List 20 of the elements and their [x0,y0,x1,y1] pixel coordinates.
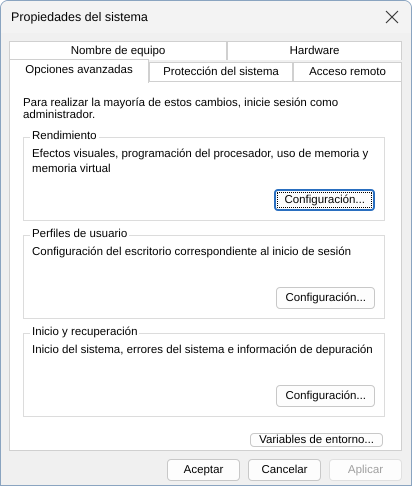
admin-notice: Para realizar la mayoría de estos cambios, inicie sesión como administrador. [23,97,340,121]
tab[interactable]: Acceso remoto [293,62,402,81]
dialog-button[interactable]: Cancelar [248,459,321,481]
group-description: Efectos visuales, programación del procesador, uso de memoria y memoria virtual [32,147,370,177]
group-title: Inicio y recuperación [30,326,140,338]
environment-variables-button[interactable]: Variables de entorno... [250,433,383,447]
settings-button[interactable]: Configuración... [276,385,375,407]
group-description: Configuración del escritorio correspondiente al inicio de sesión [32,245,352,260]
group-title: Rendimiento [30,130,99,142]
settings-button[interactable]: Configuración... [274,189,375,211]
dialog-button[interactable]: Aceptar [167,459,240,481]
group-description: Inicio del sistema, errores del sistema e información de depuración [32,343,374,358]
tab[interactable]: Protección del sistema [149,62,293,81]
tab[interactable]: Nombre de equipo [9,41,227,60]
group-title: Perfiles de usuario [30,228,130,240]
tab[interactable]: Opciones avanzadas [9,59,149,83]
settings-button[interactable]: Configuración... [276,287,375,309]
tab[interactable]: Hardware [227,41,402,60]
close-icon[interactable] [385,10,399,24]
window-title: Propiedades del sistema [11,10,148,24]
